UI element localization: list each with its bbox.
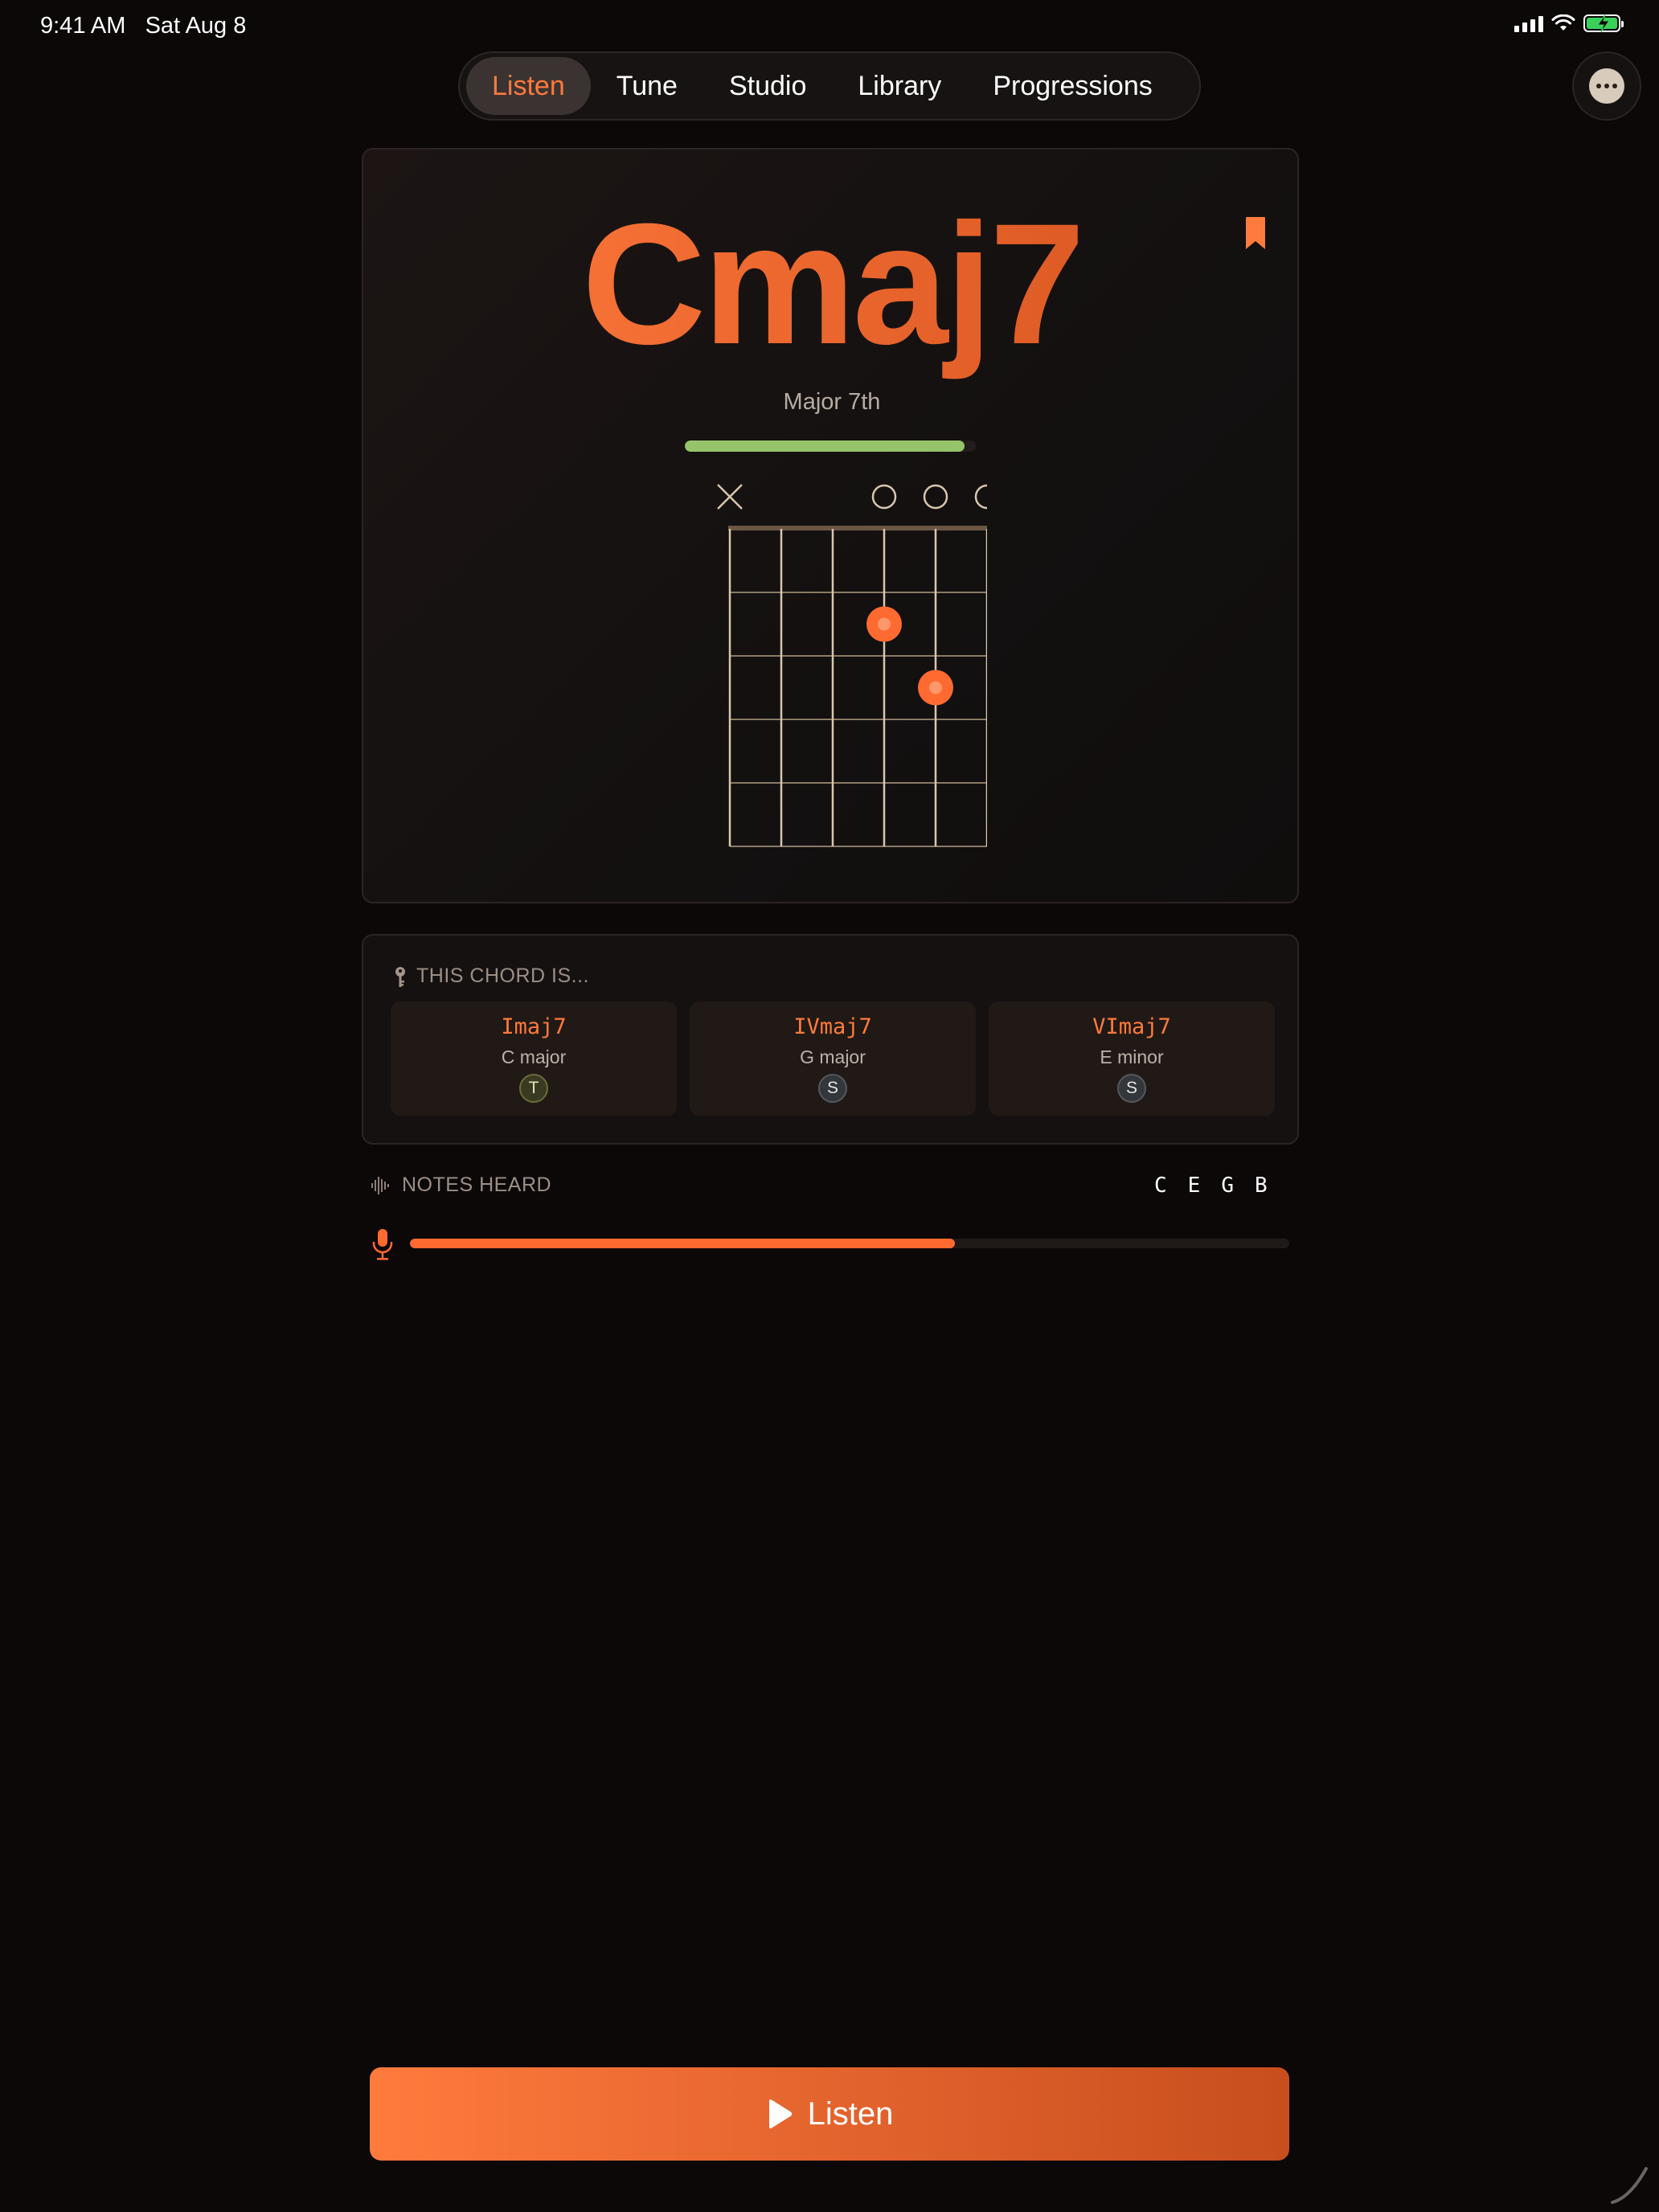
note: C: [1154, 1174, 1167, 1198]
tab-progressions[interactable]: Progressions: [967, 57, 1178, 115]
roman-numeral: IVmaj7: [793, 1014, 872, 1039]
more-button[interactable]: [1572, 51, 1641, 121]
battery-icon: [1583, 14, 1624, 33]
chord-diagram: [717, 484, 987, 847]
status-icons: [1514, 14, 1624, 33]
open-string-marker: [923, 484, 948, 510]
key-tile[interactable]: Imaj7 C major T: [391, 1002, 677, 1116]
key-tiles: Imaj7 C major T IVmaj7 G major S VImaj7 …: [391, 1002, 1275, 1116]
play-icon: [768, 2099, 792, 2128]
status-time-date: 9:41 AM Sat Aug 8: [40, 13, 247, 39]
confidence-bar: [685, 440, 976, 452]
note: B: [1254, 1174, 1268, 1198]
key-name: E minor: [1100, 1047, 1164, 1067]
function-badge: S: [818, 1074, 847, 1103]
key-function-card: THIS CHORD IS... Imaj7 C major T IVmaj7 …: [362, 934, 1299, 1145]
muted-string-marker: [717, 484, 743, 510]
chord-quality: Major 7th: [783, 389, 881, 415]
status-bar: 9:41 AM Sat Aug 8: [0, 0, 1659, 51]
cellular-signal-icon: [1514, 14, 1543, 32]
note: E: [1187, 1174, 1201, 1198]
microphone-icon: [372, 1229, 393, 1260]
open-string-marker: [974, 484, 987, 510]
roman-numeral: VImaj7: [1092, 1014, 1171, 1039]
bookmark-icon[interactable]: [1244, 215, 1267, 251]
scribble-handle-icon: [1611, 2167, 1648, 2204]
notes-heard-list: C E G B: [1154, 1174, 1268, 1198]
tab-studio[interactable]: Studio: [703, 57, 832, 115]
tab-library[interactable]: Library: [832, 57, 967, 115]
top-nav: Listen Tune Studio Library Progressions: [458, 51, 1201, 121]
waveform-icon: [371, 1177, 389, 1194]
key-icon: [395, 967, 405, 987]
function-badge: T: [519, 1074, 548, 1103]
roman-numeral: Imaj7: [501, 1014, 567, 1039]
ellipsis-icon: [1589, 68, 1624, 104]
key-tile[interactable]: VImaj7 E minor S: [989, 1002, 1275, 1116]
chord-card: Cmaj7 Major 7th: [362, 148, 1299, 903]
listen-button[interactable]: Listen: [370, 2067, 1289, 2161]
note: G: [1221, 1174, 1234, 1198]
tab-listen[interactable]: Listen: [466, 57, 591, 115]
function-badge: S: [1117, 1074, 1146, 1103]
tab-tune[interactable]: Tune: [591, 57, 703, 115]
key-section-label: THIS CHORD IS...: [416, 965, 589, 987]
key-name: G major: [800, 1047, 866, 1067]
key-name: C major: [501, 1047, 567, 1067]
chord-name: Cmaj7: [363, 182, 1301, 388]
listen-button-label: Listen: [807, 2095, 894, 2132]
key-tile[interactable]: IVmaj7 G major S: [690, 1002, 976, 1116]
input-level-meter: [410, 1239, 1289, 1248]
wifi-icon: [1551, 14, 1575, 31]
notes-heard-label: NOTES HEARD: [402, 1174, 552, 1196]
open-string-marker: [871, 484, 897, 510]
nut: [728, 526, 987, 530]
finger-dot: [866, 606, 902, 642]
finger-dot: [918, 670, 953, 706]
